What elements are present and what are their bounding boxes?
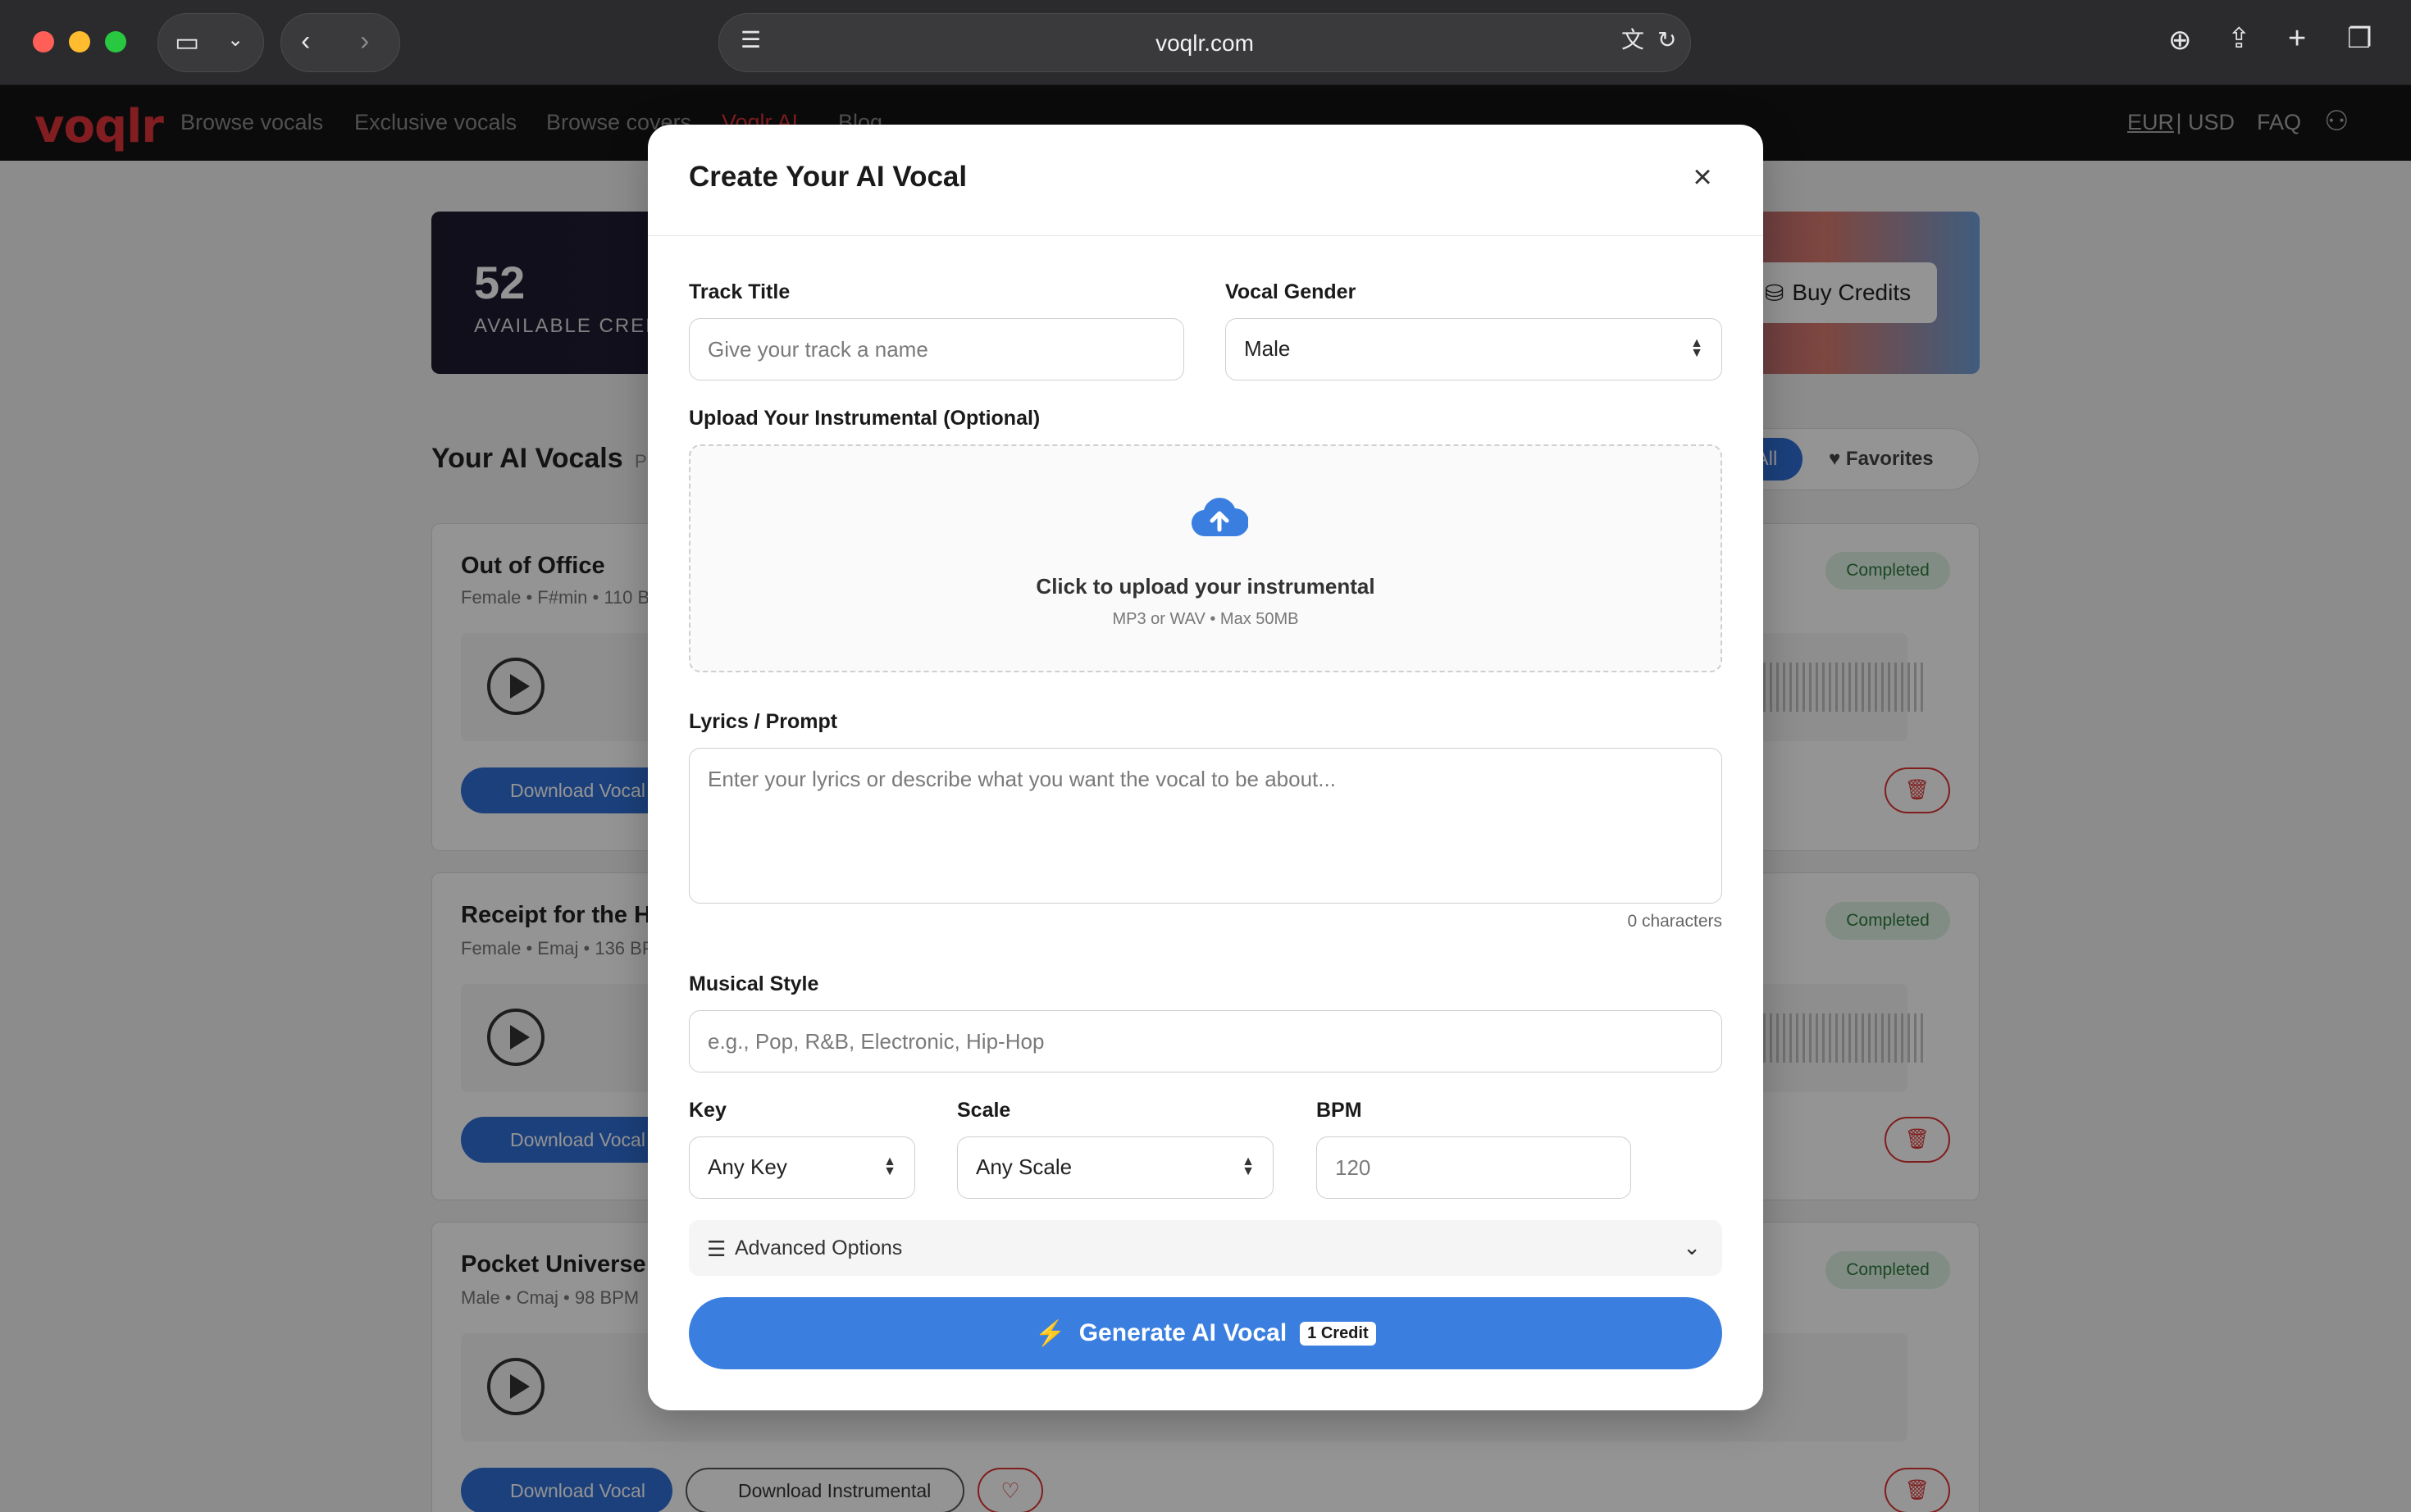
scale-value: Any Scale	[976, 1154, 1073, 1179]
forward-icon[interactable]: ›	[360, 27, 369, 55]
scale-select[interactable]: Any Scale ▲ ▼	[957, 1136, 1274, 1199]
modal-title: Create Your AI Vocal	[689, 161, 968, 193]
sliders-icon: ☰	[707, 1236, 727, 1261]
translate-icon[interactable]: 文	[1621, 29, 1644, 52]
select-arrows-icon: ▲ ▼	[1242, 1154, 1255, 1178]
key-value: Any Key	[708, 1154, 787, 1179]
bpm-label: BPM	[1316, 1099, 1362, 1122]
bpm-input[interactable]	[1316, 1136, 1631, 1199]
cloud-upload-icon	[1192, 498, 1248, 537]
credit-cost-badge: 1 Credit	[1300, 1321, 1376, 1346]
upload-label: Upload Your Instrumental (Optional)	[689, 407, 1041, 430]
minimize-window-button[interactable]	[69, 31, 90, 52]
scale-label: Scale	[957, 1099, 1011, 1122]
select-arrows-icon: ▲ ▼	[1690, 336, 1703, 360]
back-icon[interactable]: ‹	[301, 27, 310, 55]
advanced-options-toggle[interactable]: ☰ Advanced Options ⌄	[689, 1220, 1722, 1276]
lyrics-label: Lyrics / Prompt	[689, 710, 838, 733]
new-tab-icon[interactable]: +	[2288, 23, 2306, 54]
chevron-down-icon: ⌄	[1683, 1235, 1701, 1259]
lyrics-textarea[interactable]	[689, 748, 1722, 904]
modal-header: Create Your AI Vocal ×	[648, 125, 1763, 236]
track-title-input[interactable]	[689, 318, 1184, 380]
select-arrows-icon: ▲ ▼	[883, 1154, 896, 1178]
share-icon[interactable]: ⇪	[2227, 25, 2251, 52]
upload-title: Click to upload your instrumental	[1036, 574, 1375, 599]
character-count: 0 characters	[1627, 912, 1722, 931]
bolt-icon: ⚡	[1035, 1319, 1066, 1347]
url-text[interactable]: voqlr.com	[719, 30, 1690, 57]
vocal-gender-label: Vocal Gender	[1225, 280, 1356, 303]
close-icon[interactable]: ×	[1686, 161, 1719, 194]
generate-label: Generate AI Vocal	[1078, 1319, 1288, 1346]
key-select[interactable]: Any Key ▲ ▼	[689, 1136, 915, 1199]
downloads-icon[interactable]: ⊕	[2168, 26, 2192, 54]
browser-toolbar: ▭ ⌄ ‹ › ☰ voqlr.com 文 ↻ ⊕ ⇪ + ❐	[0, 0, 2411, 85]
reload-icon[interactable]: ↻	[1657, 29, 1676, 52]
close-window-button[interactable]	[33, 31, 54, 52]
history-nav-group: ‹ ›	[280, 13, 400, 72]
vocal-gender-value: Male	[1244, 336, 1291, 361]
generate-vocal-button[interactable]: ⚡ Generate AI Vocal 1 Credit	[689, 1297, 1722, 1369]
key-label: Key	[689, 1099, 727, 1122]
musical-style-input[interactable]	[689, 1010, 1722, 1073]
vocal-gender-select[interactable]: Male ▲ ▼	[1225, 318, 1722, 380]
track-title-label: Track Title	[689, 280, 791, 303]
create-vocal-modal: Create Your AI Vocal × Track Title Vocal…	[648, 125, 1763, 1410]
advanced-options-label: Advanced Options	[735, 1236, 903, 1259]
upload-subtitle: MP3 or WAV • Max 50MB	[1112, 610, 1299, 628]
musical-style-label: Musical Style	[689, 972, 819, 995]
sidebar-toggle-group[interactable]: ▭ ⌄	[157, 13, 264, 72]
upload-dropzone[interactable]: Click to upload your instrumental MP3 or…	[689, 444, 1722, 672]
address-bar[interactable]: ☰ voqlr.com 文 ↻	[718, 13, 1691, 72]
chevron-down-icon[interactable]: ⌄	[227, 30, 244, 50]
tab-overview-icon[interactable]: ❐	[2347, 25, 2372, 52]
sidebar-icon[interactable]: ▭	[175, 29, 199, 55]
zoom-window-button[interactable]	[105, 31, 126, 52]
